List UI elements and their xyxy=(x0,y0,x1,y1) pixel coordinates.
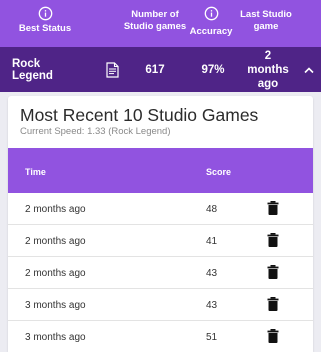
header-num-games: Number of Studio games xyxy=(120,0,190,47)
chevron-up-icon[interactable] xyxy=(304,66,314,74)
row-time: 3 months ago xyxy=(25,332,86,343)
trash-icon[interactable] xyxy=(267,265,279,279)
table-row: 3 months ago 51 xyxy=(8,321,313,352)
card-title: Most Recent 10 Studio Games xyxy=(20,105,259,125)
current-speed-text: Current Speed: 1.33 (Rock Legend) xyxy=(20,126,171,137)
best-status-label: Best Status xyxy=(18,23,72,34)
row-time: 2 months ago xyxy=(25,236,86,247)
row-score: 48 xyxy=(206,204,218,215)
header-best-status: Best Status xyxy=(8,0,82,47)
num-games-label: Number of Studio games xyxy=(123,9,187,32)
best-status-value: Rock Legend xyxy=(12,57,53,82)
header-accuracy: Accuracy xyxy=(188,0,234,47)
accuracy-label: Accuracy xyxy=(189,26,233,37)
document-icon[interactable] xyxy=(105,61,119,78)
info-icon[interactable] xyxy=(38,6,53,21)
column-time[interactable]: Time xyxy=(25,167,46,177)
table-row: 3 months ago 43 xyxy=(8,289,313,321)
row-time: 3 months ago xyxy=(25,300,86,311)
table-header: Time Score xyxy=(8,148,313,193)
trash-icon[interactable] xyxy=(267,233,279,247)
num-games-value: 617 xyxy=(145,63,165,76)
header-last-game: Last Studio game xyxy=(238,0,294,47)
row-score: 51 xyxy=(206,332,218,343)
stats-summary-row[interactable]: Rock Legend 617 97% 2 months ago xyxy=(0,47,321,92)
row-time: 2 months ago xyxy=(25,204,86,215)
row-score: 43 xyxy=(206,268,218,279)
table-row: 2 months ago 48 xyxy=(8,193,313,225)
table-row: 2 months ago 43 xyxy=(8,257,313,289)
table-row: 2 months ago 41 xyxy=(8,225,313,257)
last-game-value: 2 months ago xyxy=(247,49,289,90)
recent-games-card: Most Recent 10 Studio Games Current Spee… xyxy=(8,96,313,352)
accuracy-value: 97% xyxy=(201,63,225,76)
info-icon[interactable] xyxy=(204,6,219,21)
row-score: 41 xyxy=(206,236,218,247)
chevron-up-icon-wrap[interactable] xyxy=(302,47,316,92)
row-score: 43 xyxy=(206,300,218,311)
trash-icon[interactable] xyxy=(267,201,279,215)
document-icon-wrap xyxy=(104,47,120,92)
last-game-label: Last Studio game xyxy=(240,9,292,32)
trash-icon[interactable] xyxy=(267,329,279,343)
column-score[interactable]: Score xyxy=(206,167,231,177)
stats-header: Best Status Number of Studio games Accur… xyxy=(0,0,321,47)
row-time: 2 months ago xyxy=(25,268,86,279)
trash-icon[interactable] xyxy=(267,297,279,311)
